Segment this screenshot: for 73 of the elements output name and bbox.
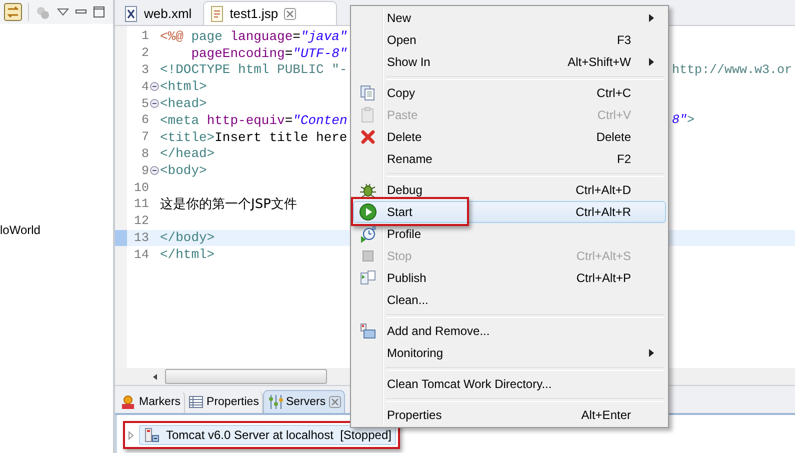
close-icon[interactable] [328,396,341,408]
line-number: 1 [140,29,149,44]
code-text: <body> [160,163,207,178]
menu-item[interactable]: Rename F2 [353,148,666,170]
line-number: 13 [132,230,149,245]
panel-tab[interactable]: Properties [184,391,263,413]
file-icon [210,6,224,22]
server-item[interactable]: Tomcat v6.0 Server at localhost [Stopped] [139,425,396,445]
menu-item[interactable]: Clean... [353,289,666,311]
code-text: pageEncoding="UTF-8" [190,46,348,61]
scrollbar-thumb[interactable] [165,369,327,384]
play-icon [359,203,377,221]
fold-icon[interactable] [150,166,159,176]
line-number: 8 [140,146,149,161]
menu-item[interactable]: Profile [353,223,666,245]
menu-item[interactable]: Debug Ctrl+Alt+D [353,179,666,201]
code-text: </body> [160,230,215,246]
table-icon [188,394,204,410]
menu-item[interactable]: New [353,7,666,29]
server-folder-icon [359,322,377,340]
link-editor-icon[interactable] [4,3,22,21]
code-text: <title>Insert title here [160,130,348,145]
maximize-icon[interactable] [93,6,105,18]
menu-item[interactable]: Open F3 [353,29,666,51]
line-number: 11 [132,197,149,212]
scroll-left-icon[interactable] [151,372,159,380]
panel-tab[interactable]: Markers [117,391,185,413]
stopwatch-icon [359,225,377,243]
menu-item[interactable]: Properties Alt+Enter [353,404,666,426]
code-text: </head> [160,146,215,162]
markers-icon [120,394,136,410]
xml-file-icon [124,6,138,22]
tree-item[interactable]: loWorld [0,221,113,239]
panel-tab[interactable]: Servers [262,390,345,413]
code-text: </html> [160,247,215,262]
code-text: 8"> [672,113,695,128]
menu-item[interactable]: Delete Delete [353,126,666,148]
code-text: http://www.w3.or [672,62,792,77]
delete-icon [359,128,377,146]
menu-item[interactable]: Show In Alt+Shift+W [353,51,666,73]
code-text: <html> [160,79,207,94]
code-text: <head> [160,96,207,112]
code-text: <meta http-equiv="Conten [160,112,348,128]
copy-icon [359,84,377,102]
code-text: <%@ page language="java" [160,28,348,44]
expand-icon[interactable] [127,430,135,440]
code-text: <!DOCTYPE html PUBLIC "- [160,62,348,78]
line-number: 12 [132,214,149,228]
line-number: 4 [140,80,149,94]
line-number: 14 [132,248,149,262]
menu-item[interactable]: Copy Ctrl+C [353,82,666,104]
line-number: 6 [140,113,149,128]
line-number: 2 [140,46,149,60]
close-icon[interactable] [284,8,296,20]
line-number: 7 [140,130,149,144]
menu-item[interactable]: Monitoring [353,342,666,364]
menu-item[interactable]: Clean Tomcat Work Directory... [353,373,666,395]
view-menu-icon[interactable] [57,7,69,17]
bug-icon [359,181,377,199]
fold-icon[interactable] [150,99,159,108]
line-number: 10 [132,180,149,195]
line-number: 9 [140,164,149,178]
server-icon [144,427,160,443]
fold-icon[interactable] [150,82,159,92]
code-text: 这是你的第一个JSP文件 [160,196,297,214]
menu-item[interactable]: Add and Remove... [353,320,666,342]
publish-icon [359,269,377,287]
line-number: 5 [140,96,149,111]
servers-icon [266,394,283,410]
menu-item[interactable]: Publish Ctrl+Alt+P [353,267,666,289]
editor-tab[interactable]: web.xml [117,1,203,25]
editor-tab[interactable]: test1.jsp [202,1,338,25]
line-number: 3 [140,62,149,77]
